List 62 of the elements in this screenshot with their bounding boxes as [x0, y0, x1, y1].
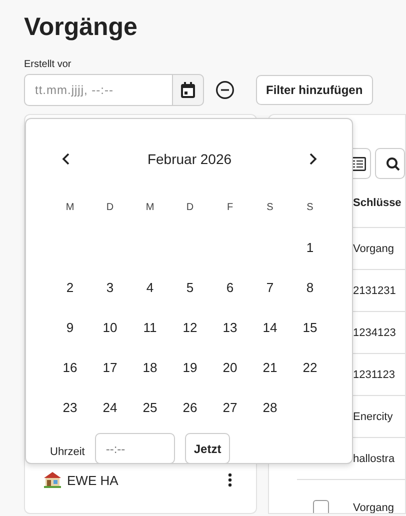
page-title: Vorgänge: [24, 12, 138, 42]
filter-label: Erstellt vor: [24, 59, 72, 71]
calendar-day[interactable]: 24: [90, 387, 130, 427]
calendar-day[interactable]: 28: [250, 387, 290, 427]
calendar-icon: [180, 81, 196, 99]
calendar-day[interactable]: 26: [170, 387, 210, 427]
calendar-day[interactable]: 7: [250, 267, 290, 307]
time-label: Uhrzeit: [50, 446, 85, 458]
weekday-label: D: [105, 200, 115, 214]
calendar-day[interactable]: 16: [50, 347, 90, 387]
calendar-day[interactable]: 6: [210, 267, 250, 307]
now-button[interactable]: Jetzt: [184, 433, 230, 464]
row-checkbox[interactable]: [313, 500, 329, 513]
calendar-day[interactable]: 19: [170, 347, 210, 387]
more-icon[interactable]: [228, 473, 232, 487]
weekday-label: M: [144, 200, 156, 214]
previous-month-icon[interactable]: [62, 153, 70, 165]
search-button[interactable]: [374, 148, 405, 179]
calendar-day[interactable]: 11: [130, 307, 170, 347]
calendar-day[interactable]: 15: [290, 307, 330, 347]
calendar-day[interactable]: 10: [90, 307, 130, 347]
calendar-day[interactable]: 5: [170, 267, 210, 307]
add-filter-button[interactable]: Filter hinzufügen: [256, 75, 373, 105]
calendar-day[interactable]: 20: [210, 347, 250, 387]
calendar-day[interactable]: 27: [210, 387, 250, 427]
table-cell: hallostra: [353, 452, 395, 464]
calendar-day[interactable]: 17: [90, 347, 130, 387]
search-icon: [386, 156, 400, 170]
calendar-day[interactable]: 18: [130, 347, 170, 387]
table-cell: Vorgang: [353, 242, 394, 254]
month-title: Februar 2026: [147, 151, 232, 167]
remove-icon[interactable]: [215, 80, 235, 100]
calendar-day[interactable]: 22: [290, 347, 330, 387]
house-icon: [44, 472, 61, 488]
calendar-day[interactable]: 8: [290, 267, 330, 307]
table-cell: 1234123: [353, 326, 396, 338]
weekday-label: S: [306, 200, 314, 214]
table-cell: 2131231: [353, 284, 396, 296]
calendar-day[interactable]: 23: [50, 387, 90, 427]
weekday-label: F: [226, 200, 234, 214]
calendar-day[interactable]: 12: [170, 307, 210, 347]
time-field[interactable]: --:--: [94, 433, 175, 464]
table-cell: Vorgang: [353, 502, 394, 513]
table-cell: 1231123: [353, 368, 396, 380]
weekday-label: M: [64, 200, 76, 214]
next-month-icon[interactable]: [309, 153, 317, 165]
calendar-day[interactable]: 3: [90, 267, 130, 307]
weekday-label: D: [185, 200, 195, 214]
calendar-day[interactable]: 1: [290, 227, 330, 267]
sidebar-item[interactable]: EWE HA: [25, 467, 256, 493]
weekday-label: S: [266, 200, 274, 214]
calendar-day[interactable]: 2: [50, 267, 90, 307]
calendar-day[interactable]: 13: [210, 307, 250, 347]
calendar-day[interactable]: 21: [250, 347, 290, 387]
column-header: Schlüsse: [353, 197, 402, 209]
table-cell: Enercity: [353, 410, 393, 422]
calendar-day[interactable]: 14: [250, 307, 290, 347]
calendar-day[interactable]: 9: [50, 307, 90, 347]
date-time-field[interactable]: tt.mm.jjjj, --:--: [24, 74, 172, 106]
calendar-day[interactable]: 4: [130, 267, 170, 307]
calendar-button[interactable]: [172, 74, 204, 106]
calendar-day[interactable]: 25: [130, 387, 170, 427]
